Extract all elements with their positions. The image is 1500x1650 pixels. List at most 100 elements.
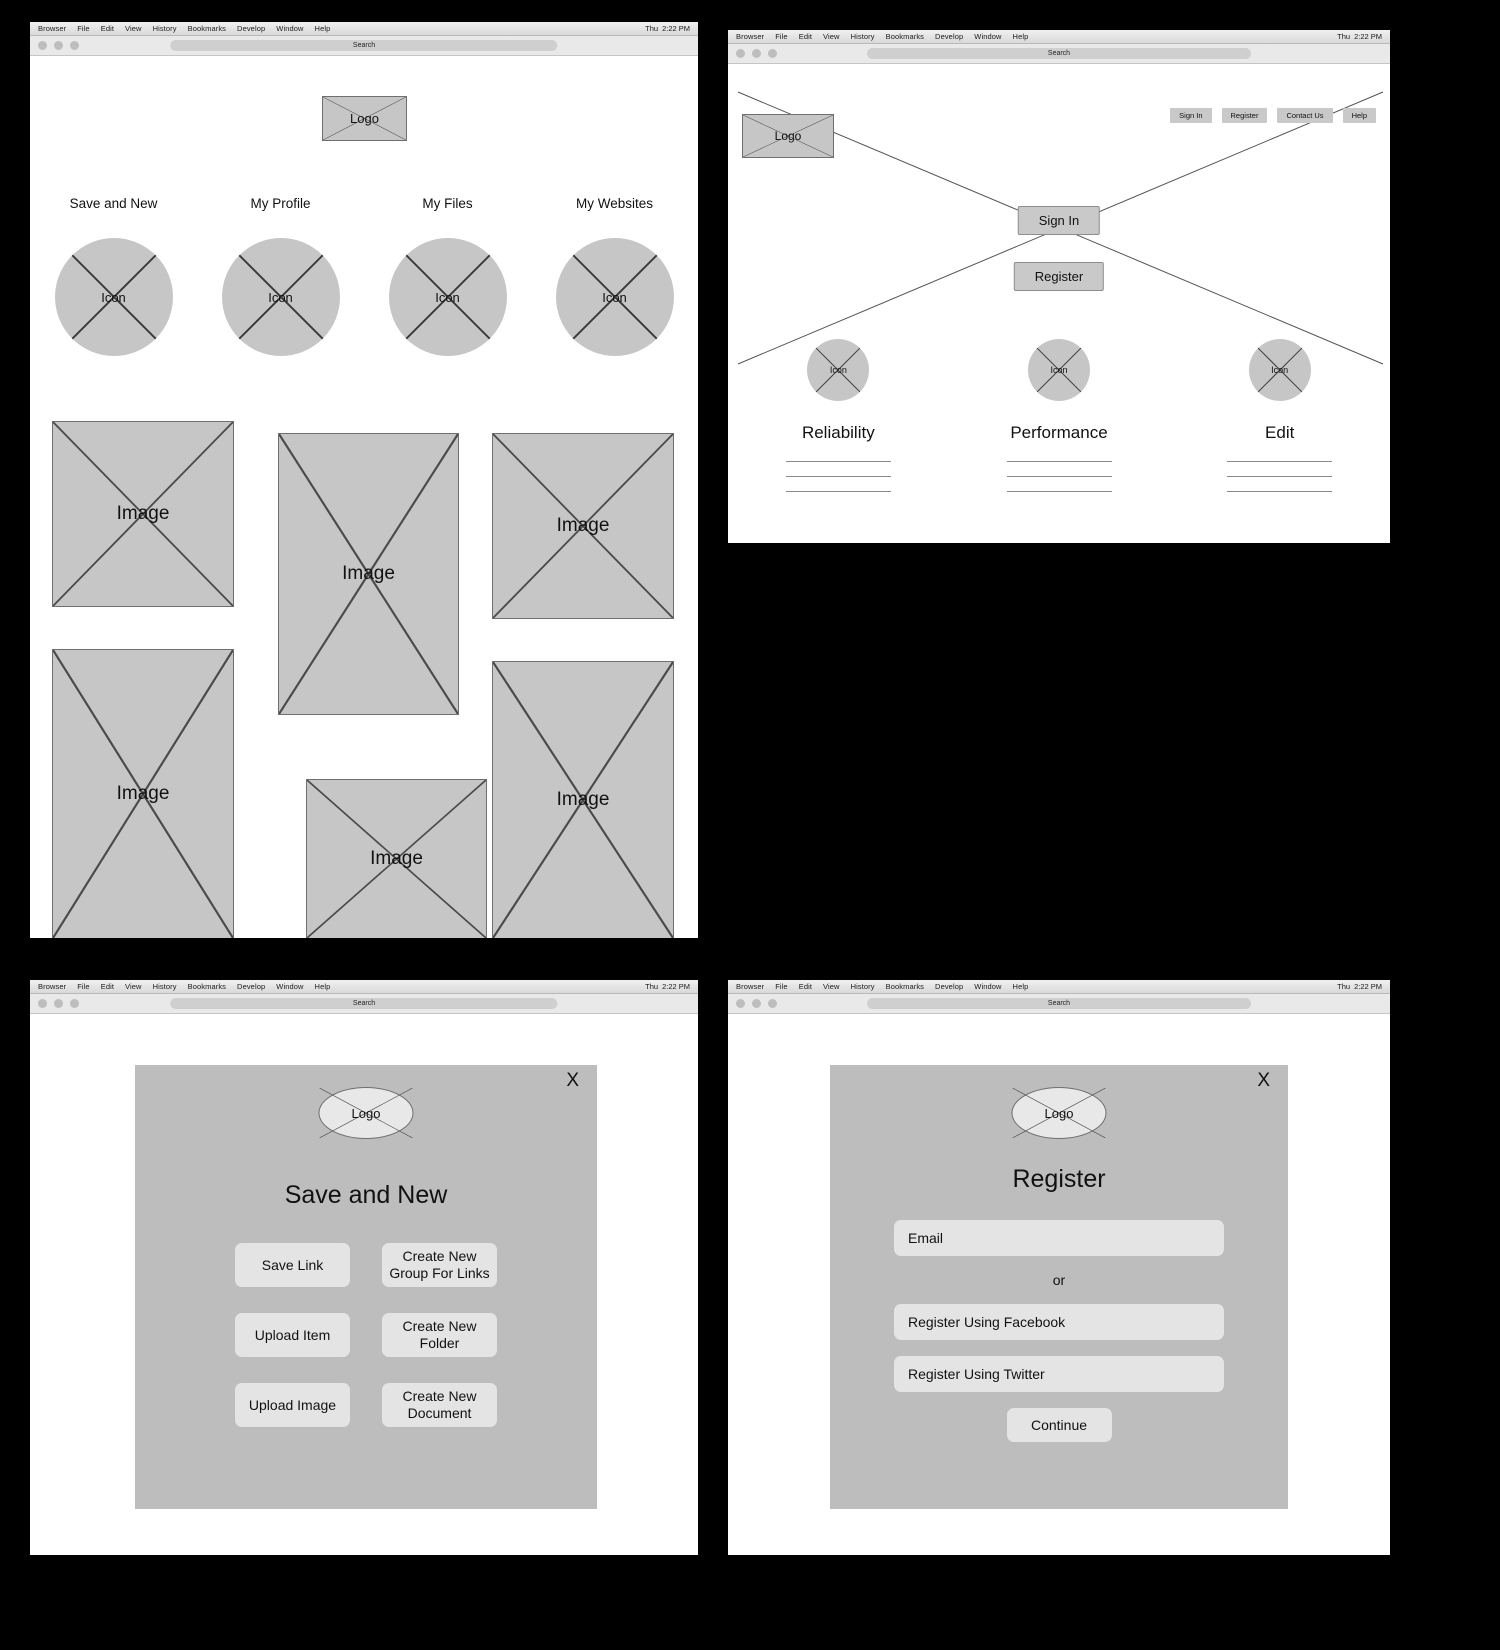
search-input[interactable]: Search: [867, 998, 1251, 1009]
menu-item-view[interactable]: View: [125, 982, 142, 991]
menu-item-history[interactable]: History: [851, 982, 875, 991]
close-light-icon[interactable]: [38, 41, 47, 50]
modal-logo[interactable]: Logo: [1011, 1087, 1107, 1139]
menu-item-history[interactable]: History: [851, 32, 875, 41]
modal-title: Save and New: [284, 1181, 448, 1209]
upload-image-button[interactable]: Upload Image: [235, 1383, 350, 1427]
nav-icon-save-and-new-icon[interactable]: Icon: [54, 238, 173, 356]
feature-text-lines-reliability: [785, 461, 891, 506]
nav-icon-my-websites-icon[interactable]: Icon: [555, 238, 674, 356]
menu-item-browser[interactable]: Browser: [736, 982, 764, 991]
menu-item-browser[interactable]: Browser: [38, 24, 66, 33]
menu-item-history[interactable]: History: [153, 24, 177, 33]
landing-logo[interactable]: Logo: [742, 114, 834, 158]
feature-performance-icon[interactable]: Icon: [1028, 339, 1090, 401]
menu-item-window[interactable]: Window: [974, 32, 1001, 41]
menu-item-edit[interactable]: Edit: [101, 982, 114, 991]
email-field[interactable]: Email: [894, 1220, 1224, 1256]
search-input[interactable]: Search: [867, 48, 1251, 59]
top-nav-help-button[interactable]: Help: [1342, 108, 1376, 123]
menu-item-window[interactable]: Window: [974, 982, 1001, 991]
hero-sign-in-button[interactable]: Sign In: [1017, 206, 1101, 235]
nav-icon-my-profile-icon[interactable]: Icon: [221, 238, 340, 356]
menu-item-file[interactable]: File: [77, 24, 90, 33]
create-new-document-button[interactable]: Create New Document: [382, 1383, 497, 1427]
search-input[interactable]: Search: [170, 40, 558, 51]
feature-icon-label: Icon: [829, 365, 847, 375]
menu-item-edit[interactable]: Edit: [799, 982, 812, 991]
menu-item-window[interactable]: Window: [276, 24, 303, 33]
menu-item-develop[interactable]: Develop: [237, 24, 265, 33]
menu-item-help[interactable]: Help: [315, 24, 331, 33]
search-input[interactable]: Search: [170, 998, 558, 1009]
modal-close-icon[interactable]: X: [1257, 1071, 1270, 1090]
image-placeholder[interactable]: Image: [52, 421, 234, 607]
feature-reliability-icon[interactable]: Icon: [807, 339, 870, 401]
image-placeholder[interactable]: Image: [492, 661, 674, 938]
minimize-light-icon[interactable]: [54, 41, 63, 50]
hero-register-button[interactable]: Register: [1013, 262, 1105, 291]
menu-item-edit[interactable]: Edit: [101, 24, 114, 33]
browser-toolbar: Search: [728, 994, 1390, 1014]
top-nav-register-button[interactable]: Register: [1221, 108, 1268, 123]
zoom-light-icon[interactable]: [70, 41, 79, 50]
nav-icon-my-files-icon[interactable]: Icon: [388, 238, 507, 356]
menu-item-browser[interactable]: Browser: [38, 982, 66, 991]
menu-item-edit[interactable]: Edit: [799, 32, 812, 41]
minimize-light-icon[interactable]: [752, 999, 761, 1008]
menu-item-history[interactable]: History: [153, 982, 177, 991]
menu-item-help[interactable]: Help: [1013, 32, 1029, 41]
menu-bar: Browser File Edit View History Bookmarks…: [728, 980, 1390, 994]
modal-logo[interactable]: Logo: [318, 1087, 414, 1139]
image-placeholder[interactable]: Image: [492, 433, 674, 619]
menu-item-window[interactable]: Window: [276, 982, 303, 991]
upload-item-button[interactable]: Upload Item: [235, 1313, 350, 1357]
register-using-facebook-button[interactable]: Register Using Facebook: [894, 1304, 1224, 1340]
top-nav-sign-in-button[interactable]: Sign In: [1170, 108, 1212, 123]
top-nav-contact-us-button[interactable]: Contact Us: [1277, 108, 1333, 123]
create-new-group-for-links-button[interactable]: Create New Group For Links: [382, 1243, 497, 1287]
menu-item-develop[interactable]: Develop: [237, 982, 265, 991]
menu-item-help[interactable]: Help: [315, 982, 331, 991]
minimize-light-icon[interactable]: [752, 49, 761, 58]
dashboard-logo[interactable]: Logo: [322, 96, 407, 141]
zoom-light-icon[interactable]: [768, 49, 777, 58]
nav-item-my-files[interactable]: My Files Icon: [364, 196, 531, 356]
menu-item-develop[interactable]: Develop: [935, 32, 963, 41]
menu-item-file[interactable]: File: [77, 982, 90, 991]
nav-item-my-websites[interactable]: My Websites Icon: [531, 196, 698, 356]
continue-button[interactable]: Continue: [1006, 1408, 1112, 1442]
menu-item-bookmarks[interactable]: Bookmarks: [188, 982, 226, 991]
image-placeholder[interactable]: Image: [306, 779, 487, 938]
save-link-button[interactable]: Save Link: [235, 1243, 350, 1287]
close-light-icon[interactable]: [736, 999, 745, 1008]
zoom-light-icon[interactable]: [70, 999, 79, 1008]
menu-item-develop[interactable]: Develop: [935, 982, 963, 991]
image-placeholder[interactable]: Image: [52, 649, 234, 938]
create-new-folder-button[interactable]: Create New Folder: [382, 1313, 497, 1357]
image-placeholder[interactable]: Image: [278, 433, 459, 715]
menu-item-view[interactable]: View: [125, 24, 142, 33]
close-light-icon[interactable]: [38, 999, 47, 1008]
menu-item-view[interactable]: View: [823, 32, 840, 41]
nav-item-save-and-new[interactable]: Save and New Icon: [30, 196, 197, 356]
menu-item-bookmarks[interactable]: Bookmarks: [188, 24, 226, 33]
minimize-light-icon[interactable]: [54, 999, 63, 1008]
modal-close-icon[interactable]: X: [566, 1071, 579, 1090]
zoom-light-icon[interactable]: [768, 999, 777, 1008]
menu-item-view[interactable]: View: [823, 982, 840, 991]
close-light-icon[interactable]: [736, 49, 745, 58]
menu-item-bookmarks[interactable]: Bookmarks: [886, 982, 924, 991]
menu-item-bookmarks[interactable]: Bookmarks: [886, 32, 924, 41]
menu-item-file[interactable]: File: [775, 982, 788, 991]
menu-item-help[interactable]: Help: [1013, 982, 1029, 991]
menu-item-file[interactable]: File: [775, 32, 788, 41]
menu-item-browser[interactable]: Browser: [736, 32, 764, 41]
browser-toolbar: Search: [728, 44, 1390, 64]
feature-title-performance: Performance: [1010, 423, 1108, 442]
nav-item-my-profile[interactable]: My Profile Icon: [197, 196, 364, 356]
traffic-lights: [736, 49, 777, 58]
feature-edit-icon[interactable]: Icon: [1248, 339, 1311, 401]
menu-bar: Browser File Edit View History Bookmarks…: [728, 30, 1390, 44]
register-using-twitter-button[interactable]: Register Using Twitter: [894, 1356, 1224, 1392]
